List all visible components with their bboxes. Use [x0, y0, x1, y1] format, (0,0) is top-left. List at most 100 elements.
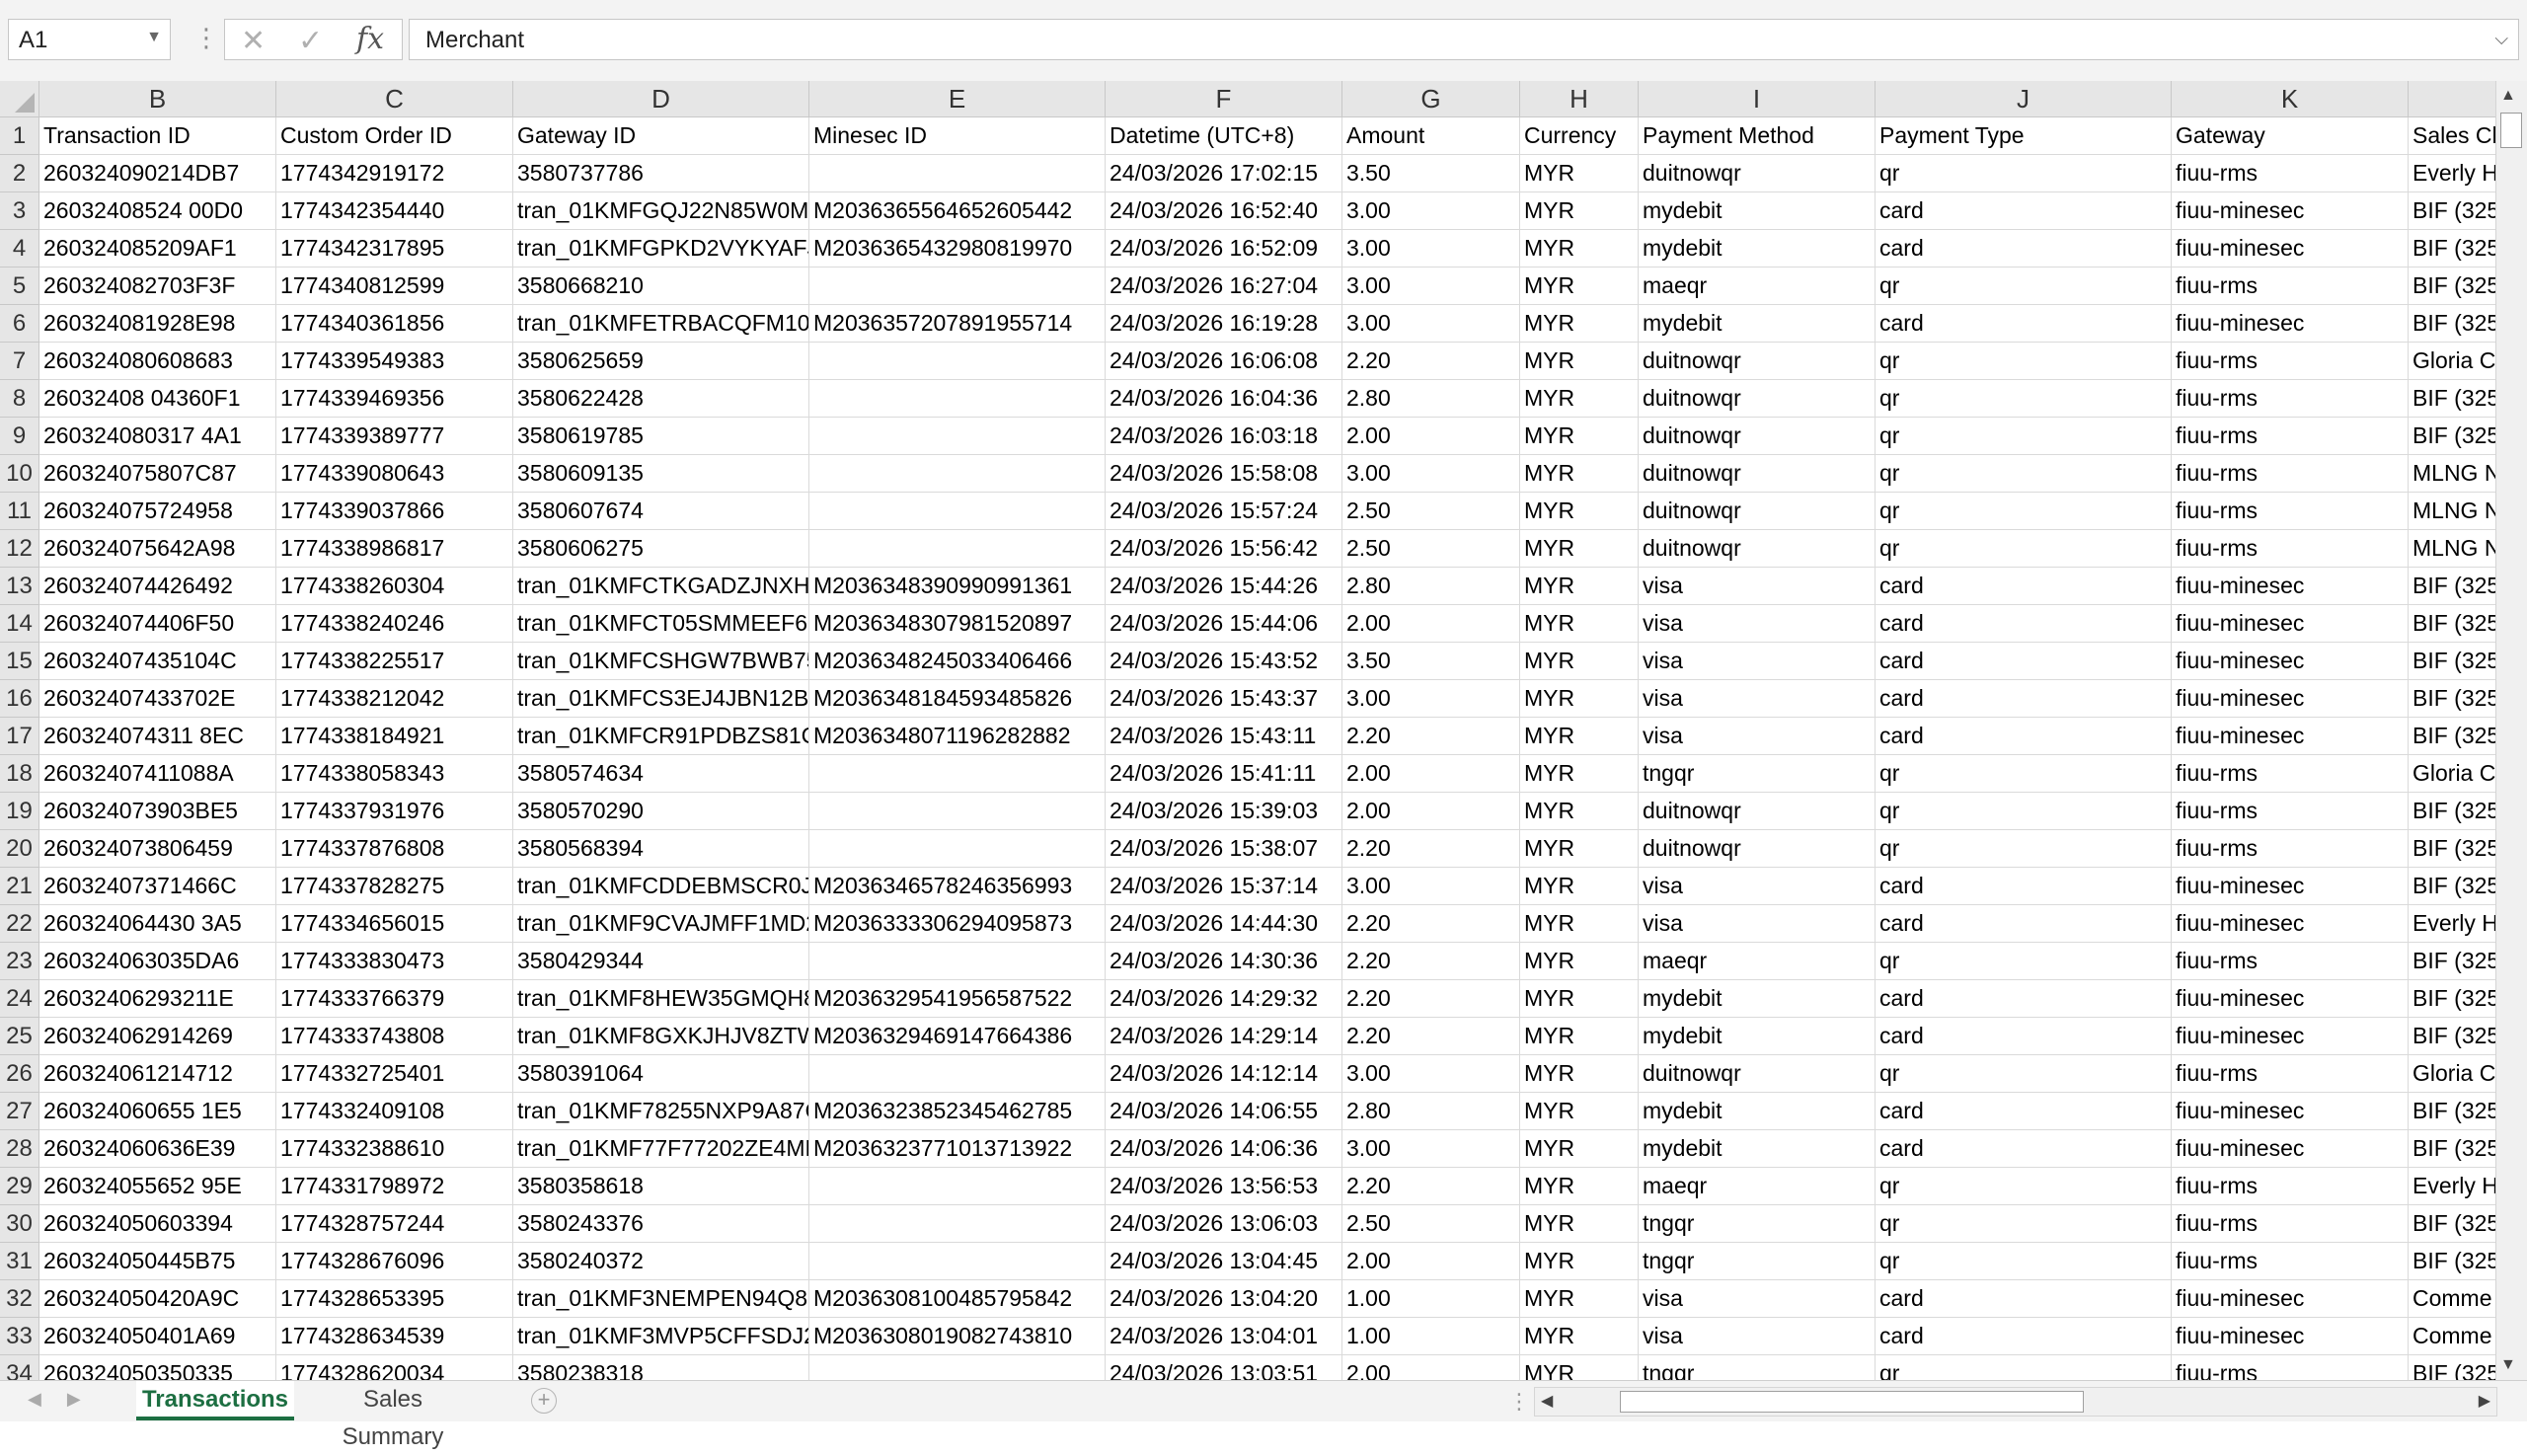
- table-cell[interactable]: 2.20: [1342, 943, 1520, 980]
- table-cell[interactable]: 24/03/2026 14:06:55: [1106, 1093, 1342, 1130]
- table-cell[interactable]: 24/03/2026 17:02:15: [1106, 155, 1342, 192]
- table-cell[interactable]: M2036308100485795842: [809, 1280, 1106, 1318]
- table-cell[interactable]: BIF (325: [2409, 305, 2495, 343]
- table-cell[interactable]: 260324075724958: [39, 493, 276, 530]
- table-cell[interactable]: duitnowqr: [1639, 493, 1876, 530]
- table-cell[interactable]: 2.20: [1342, 905, 1520, 943]
- table-cell[interactable]: 24/03/2026 16:52:09: [1106, 230, 1342, 268]
- table-cell[interactable]: 1774339080643: [276, 455, 513, 493]
- table-cell[interactable]: MYR: [1520, 605, 1639, 643]
- table-cell[interactable]: [809, 793, 1106, 830]
- table-cell[interactable]: BIF (325: [2409, 568, 2495, 605]
- tab-transactions[interactable]: Transactions: [136, 1381, 294, 1420]
- table-cell[interactable]: fiuu-minesec: [2172, 680, 2409, 718]
- table-cell[interactable]: duitnowqr: [1639, 155, 1876, 192]
- table-cell[interactable]: 24/03/2026 13:04:45: [1106, 1243, 1342, 1280]
- table-cell[interactable]: 26032407433702E: [39, 680, 276, 718]
- table-cell[interactable]: card: [1876, 1093, 2172, 1130]
- table-cell[interactable]: 260324050445B75: [39, 1243, 276, 1280]
- column-header[interactable]: C: [276, 81, 513, 117]
- table-cell[interactable]: Everly H: [2409, 155, 2495, 192]
- table-cell[interactable]: 3580568394: [513, 830, 809, 868]
- table-cell[interactable]: MYR: [1520, 1018, 1639, 1055]
- table-cell[interactable]: BIF (325: [2409, 230, 2495, 268]
- table-cell[interactable]: 1774338260304: [276, 568, 513, 605]
- table-cell[interactable]: 260324074426492: [39, 568, 276, 605]
- table-cell[interactable]: duitnowqr: [1639, 793, 1876, 830]
- row-header[interactable]: 4: [0, 230, 39, 268]
- table-cell[interactable]: 1.00: [1342, 1318, 1520, 1355]
- row-header[interactable]: 32: [0, 1280, 39, 1318]
- table-cell[interactable]: MYR: [1520, 1130, 1639, 1168]
- table-cell[interactable]: 24/03/2026 15:43:37: [1106, 680, 1342, 718]
- table-cell[interactable]: card: [1876, 868, 2172, 905]
- table-cell[interactable]: fiuu-rms: [2172, 530, 2409, 568]
- tab-sales-summary[interactable]: Sales Summary: [314, 1381, 472, 1450]
- table-cell[interactable]: 1774338225517: [276, 643, 513, 680]
- table-cell[interactable]: 1774342919172: [276, 155, 513, 192]
- table-cell[interactable]: 260324082703F3F: [39, 268, 276, 305]
- table-cell[interactable]: fiuu-minesec: [2172, 605, 2409, 643]
- table-cell[interactable]: [809, 380, 1106, 418]
- table-cell[interactable]: MYR: [1520, 380, 1639, 418]
- table-cell[interactable]: 260324080608683: [39, 343, 276, 380]
- table-cell[interactable]: 1774328634539: [276, 1318, 513, 1355]
- table-cell[interactable]: 26032407411088A: [39, 755, 276, 793]
- header-cell[interactable]: Payment Type: [1876, 117, 2172, 155]
- table-cell[interactable]: [809, 418, 1106, 455]
- table-cell[interactable]: fiuu-rms: [2172, 1055, 2409, 1093]
- table-cell[interactable]: tran_01KMF8HEW35GMQH8W: [513, 980, 809, 1018]
- header-cell[interactable]: Minesec ID: [809, 117, 1106, 155]
- table-cell[interactable]: visa: [1639, 905, 1876, 943]
- table-cell[interactable]: fiuu-minesec: [2172, 568, 2409, 605]
- row-header[interactable]: 7: [0, 343, 39, 380]
- row-header[interactable]: 1: [0, 117, 39, 155]
- table-cell[interactable]: 2.50: [1342, 1205, 1520, 1243]
- row-header[interactable]: 17: [0, 718, 39, 755]
- scroll-down-icon[interactable]: ▼: [2500, 1356, 2516, 1374]
- table-cell[interactable]: MYR: [1520, 643, 1639, 680]
- table-cell[interactable]: MYR: [1520, 455, 1639, 493]
- table-cell[interactable]: 2.00: [1342, 418, 1520, 455]
- table-cell[interactable]: BIF (325: [2409, 1093, 2495, 1130]
- header-cell[interactable]: Gateway: [2172, 117, 2409, 155]
- row-header[interactable]: 16: [0, 680, 39, 718]
- table-cell[interactable]: 26032408 04360F1: [39, 380, 276, 418]
- sheet-nav-arrows-icon[interactable]: ◀▶: [28, 1389, 107, 1410]
- table-cell[interactable]: 24/03/2026 14:29:14: [1106, 1018, 1342, 1055]
- table-cell[interactable]: tran_01KMFCDDEBMSCR0J9F: [513, 868, 809, 905]
- table-cell[interactable]: 260324050603394: [39, 1205, 276, 1243]
- table-cell[interactable]: tran_01KMF8GXKJHJV8ZTWG: [513, 1018, 809, 1055]
- table-cell[interactable]: 24/03/2026 15:44:26: [1106, 568, 1342, 605]
- table-cell[interactable]: M2036329541956587522: [809, 980, 1106, 1018]
- table-cell[interactable]: 2.80: [1342, 380, 1520, 418]
- column-header[interactable]: F: [1106, 81, 1342, 117]
- table-cell[interactable]: 3.00: [1342, 192, 1520, 230]
- table-cell[interactable]: mydebit: [1639, 1093, 1876, 1130]
- scroll-left-icon[interactable]: ◀: [1541, 1391, 1553, 1411]
- table-cell[interactable]: 3580606275: [513, 530, 809, 568]
- table-cell[interactable]: card: [1876, 605, 2172, 643]
- table-cell[interactable]: 24/03/2026 15:38:07: [1106, 830, 1342, 868]
- row-header[interactable]: 23: [0, 943, 39, 980]
- table-cell[interactable]: maeqr: [1639, 268, 1876, 305]
- column-header[interactable]: E: [809, 81, 1106, 117]
- table-cell[interactable]: qr: [1876, 268, 2172, 305]
- table-cell[interactable]: [809, 343, 1106, 380]
- table-cell[interactable]: qr: [1876, 380, 2172, 418]
- table-cell[interactable]: qr: [1876, 1355, 2172, 1380]
- table-cell[interactable]: fiuu-minesec: [2172, 1318, 2409, 1355]
- header-cell[interactable]: Sales Ch: [2409, 117, 2495, 155]
- table-cell[interactable]: 24/03/2026 14:30:36: [1106, 943, 1342, 980]
- table-cell[interactable]: tran_01KMF3MVP5CFFSDJ2YY: [513, 1318, 809, 1355]
- table-cell[interactable]: 2.00: [1342, 1355, 1520, 1380]
- table-cell[interactable]: 24/03/2026 15:57:24: [1106, 493, 1342, 530]
- table-cell[interactable]: duitnowqr: [1639, 455, 1876, 493]
- table-cell[interactable]: tran_01KMF78255NXP9A87CY: [513, 1093, 809, 1130]
- enter-icon[interactable]: ✓: [298, 24, 323, 58]
- table-cell[interactable]: MYR: [1520, 230, 1639, 268]
- table-cell[interactable]: BIF (325: [2409, 418, 2495, 455]
- column-header[interactable]: B: [39, 81, 276, 117]
- table-cell[interactable]: 260324050420A9C: [39, 1280, 276, 1318]
- table-cell[interactable]: 26032407371466C: [39, 868, 276, 905]
